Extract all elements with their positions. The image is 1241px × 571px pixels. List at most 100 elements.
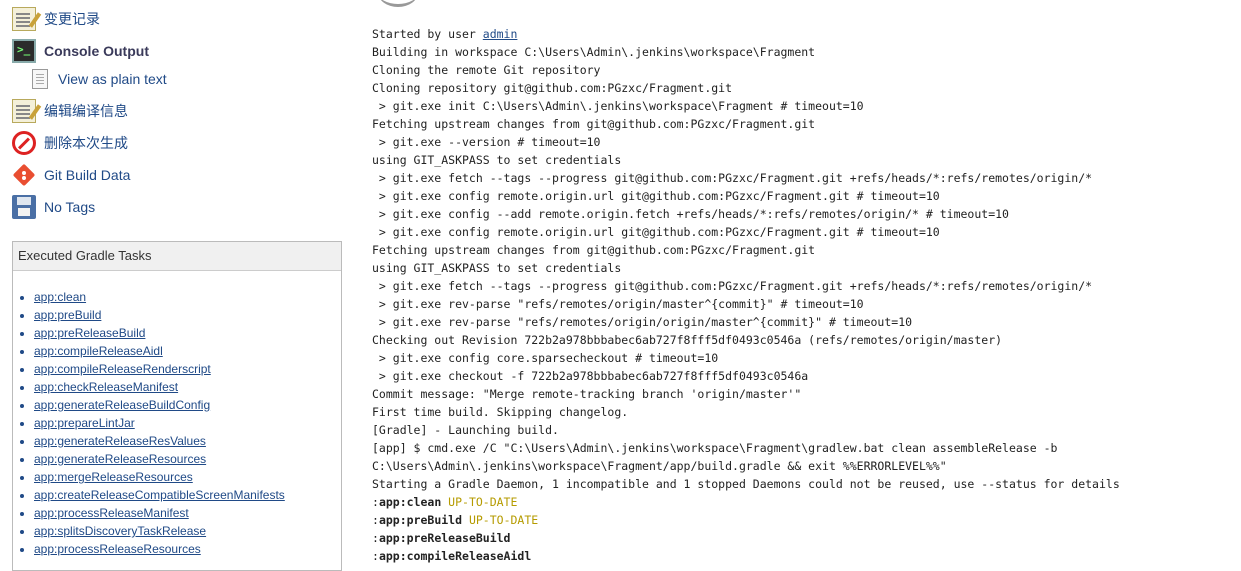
gradle-task-link[interactable]: app:generateReleaseBuildConfig <box>34 398 210 412</box>
gradle-output-line: :app:compileReleaseAidl <box>372 547 1120 565</box>
gradle-task-status: UP-TO-DATE <box>462 513 539 527</box>
floppy-disk-icon <box>12 195 36 219</box>
no-entry-icon <box>12 131 36 155</box>
gradle-task-lines: :app:clean UP-TO-DATE:app:preBuild UP-TO… <box>372 493 1120 565</box>
gradle-task-status: UP-TO-DATE <box>441 495 518 509</box>
gradle-task-link[interactable]: app:clean <box>34 290 86 304</box>
console-lines: Building in workspace C:\Users\Admin\.je… <box>372 43 1120 493</box>
sidebar-item-changes[interactable]: 变更记录 <box>12 6 100 32</box>
console-line: [app] $ cmd.exe /C "C:\Users\Admin\.jenk… <box>372 441 1058 455</box>
notepad-icon <box>12 7 36 31</box>
console-line: > git.exe config remote.origin.url git@g… <box>372 189 940 203</box>
sidebar-item-edit-build-info[interactable]: 编辑编译信息 <box>12 98 128 124</box>
console-output: Started by user admin Building in workspa… <box>372 25 1120 565</box>
sidebar-item-console-output[interactable]: >_ Console Output <box>12 38 149 64</box>
console-line: [Gradle] - Launching build. <box>372 423 559 437</box>
console-line: > git.exe config core.sparsecheckout # t… <box>372 351 719 365</box>
console-line: > git.exe --version # timeout=10 <box>372 135 601 149</box>
console-line: using GIT_ASKPASS to set credentials <box>372 261 622 275</box>
console-line: Cloning repository git@github.com:PGzxc/… <box>372 81 733 95</box>
console-line: Cloning the remote Git repository <box>372 63 601 77</box>
sidebar-item-git-build-data[interactable]: Git Build Data <box>12 162 130 188</box>
gradle-colon: : <box>372 549 379 563</box>
gradle-task-item: app:generateReleaseResValues <box>34 432 285 450</box>
console-line: Fetching upstream changes from git@githu… <box>372 117 816 131</box>
console-line: > git.exe fetch --tags --progress git@gi… <box>372 279 1093 293</box>
gradle-task-item: app:compileReleaseRenderscript <box>34 360 285 378</box>
gradle-task-item: app:preReleaseBuild <box>34 324 285 342</box>
gradle-colon: : <box>372 513 379 527</box>
sidebar-item-no-tags[interactable]: No Tags <box>12 194 95 220</box>
gradle-colon: : <box>372 531 379 545</box>
sidebar-item-delete-build[interactable]: 删除本次生成 <box>12 130 128 156</box>
sidebar-item-label: No Tags <box>44 199 96 215</box>
started-by-text: Started by user <box>372 27 483 41</box>
console-line: > git.exe config --add remote.origin.fet… <box>372 207 1009 221</box>
console-line: > git.exe fetch --tags --progress git@gi… <box>372 171 1093 185</box>
console-line: First time build. Skipping changelog. <box>372 405 629 419</box>
gradle-task-link[interactable]: app:processReleaseResources <box>34 542 201 556</box>
git-icon <box>12 163 36 187</box>
gradle-task-item: app:checkReleaseManifest <box>34 378 285 396</box>
console-line: C:\Users\Admin\.jenkins\workspace\Fragme… <box>372 459 947 473</box>
console-line: > git.exe rev-parse "refs/remotes/origin… <box>372 297 864 311</box>
gradle-task-link[interactable]: app:generateReleaseResValues <box>34 434 206 448</box>
sidebar-item-label: Console Output <box>44 43 149 59</box>
sidebar-item-label: Git Build Data <box>44 167 131 183</box>
sidebar-item-label: View as plain text <box>58 71 167 87</box>
console-line: > git.exe init C:\Users\Admin\.jenkins\w… <box>372 99 864 113</box>
sidebar: 变更记录 >_ Console Output View as plain tex… <box>0 0 350 571</box>
document-icon <box>32 69 48 89</box>
gradle-colon: : <box>372 495 379 509</box>
user-link[interactable]: admin <box>483 27 518 41</box>
gradle-task-list: app:clean app:preBuild app:preReleaseBuild… <box>13 288 285 558</box>
gradle-task-name: app:preReleaseBuild <box>378 531 511 545</box>
console-line: Building in workspace C:\Users\Admin\.je… <box>372 45 816 59</box>
executed-gradle-tasks-panel: Executed Gradle Tasks app:clean app:preBu… <box>12 241 342 571</box>
console-line: Commit message: "Merge remote-tracking b… <box>372 387 802 401</box>
gradle-task-item: app:createReleaseCompatibleScreenManifes… <box>34 486 285 504</box>
gradle-task-item: app:generateReleaseResources <box>34 450 285 468</box>
console-line: Starting a Gradle Daemon, 1 incompatible… <box>372 477 1120 491</box>
sidebar-item-label: 删除本次生成 <box>44 135 128 151</box>
sidebar-item-label: 变更记录 <box>44 11 100 27</box>
console-line: Checking out Revision 722b2a978bbbabec6a… <box>372 333 1003 347</box>
console-line: Fetching upstream changes from git@githu… <box>372 243 816 257</box>
gradle-task-item: app:preBuild <box>34 306 285 324</box>
gradle-task-link[interactable]: app:processReleaseManifest <box>34 506 189 520</box>
gradle-task-link[interactable]: app:checkReleaseManifest <box>34 380 178 394</box>
gradle-task-name: app:preBuild <box>378 513 463 527</box>
gradle-task-name: app:compileReleaseAidl <box>378 549 532 563</box>
gradle-output-line: :app:preBuild UP-TO-DATE <box>372 511 1120 529</box>
notepad-icon <box>12 99 36 123</box>
gradle-task-item: app:compileReleaseAidl <box>34 342 285 360</box>
gradle-task-item: app:splitsDiscoveryTaskRelease <box>34 522 285 540</box>
gradle-task-link[interactable]: app:preReleaseBuild <box>34 326 145 340</box>
console-line: > git.exe config remote.origin.url git@g… <box>372 225 940 239</box>
gradle-task-link[interactable]: app:preBuild <box>34 308 101 322</box>
gradle-task-link[interactable]: app:generateReleaseResources <box>34 452 206 466</box>
gradle-task-item: app:clean <box>34 288 285 306</box>
gradle-task-link[interactable]: app:compileReleaseAidl <box>34 344 163 358</box>
console-line: > git.exe checkout -f 722b2a978bbbabec6a… <box>372 369 809 383</box>
gradle-task-link[interactable]: app:prepareLintJar <box>34 416 135 430</box>
gradle-task-item: app:prepareLintJar <box>34 414 285 432</box>
gradle-task-link[interactable]: app:mergeReleaseResources <box>34 470 193 484</box>
terminal-icon: >_ <box>12 39 36 63</box>
gradle-task-link[interactable]: app:createReleaseCompatibleScreenManifes… <box>34 488 285 502</box>
sidebar-item-view-plain-text[interactable]: View as plain text <box>32 66 167 92</box>
console-line: Started by user admin <box>372 25 1120 43</box>
gradle-task-name: app:clean <box>378 495 442 509</box>
gradle-task-item: app:mergeReleaseResources <box>34 468 285 486</box>
gradle-task-item: app:generateReleaseBuildConfig <box>34 396 285 414</box>
gradle-task-item: app:processReleaseManifest <box>34 504 285 522</box>
gradle-output-line: :app:preReleaseBuild <box>372 529 1120 547</box>
gradle-output-line: :app:clean UP-TO-DATE <box>372 493 1120 511</box>
build-status-ball <box>378 0 418 7</box>
sidebar-item-label: 编辑编译信息 <box>44 103 128 119</box>
gradle-task-link[interactable]: app:splitsDiscoveryTaskRelease <box>34 524 206 538</box>
panel-title: Executed Gradle Tasks <box>13 242 341 271</box>
console-line: using GIT_ASKPASS to set credentials <box>372 153 622 167</box>
gradle-task-link[interactable]: app:compileReleaseRenderscript <box>34 362 211 376</box>
console-line: > git.exe rev-parse "refs/remotes/origin… <box>372 315 913 329</box>
